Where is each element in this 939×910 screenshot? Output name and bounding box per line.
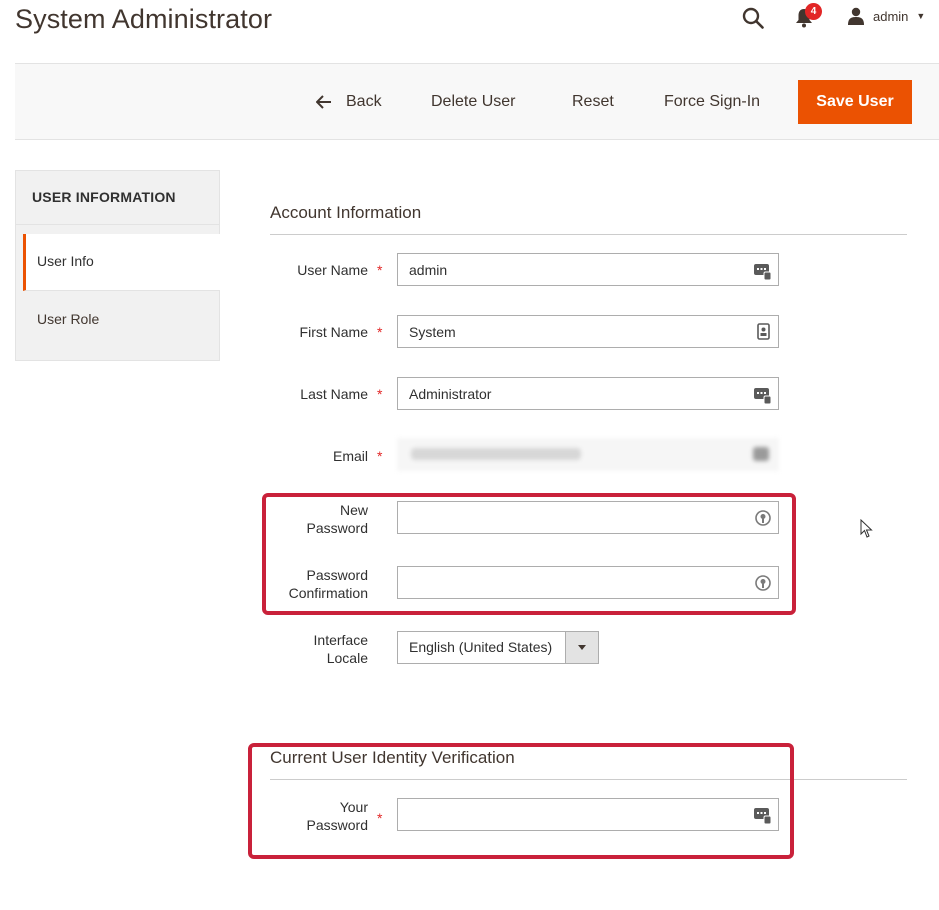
sidebar-item-label: User Info: [37, 253, 94, 269]
caret-down-icon: ▼: [916, 11, 926, 21]
your-password-label: Your Password: [306, 799, 368, 833]
new-password-label: New Password: [306, 502, 368, 536]
arrow-left-icon: [316, 95, 331, 109]
sidebar-title: USER INFORMATION: [32, 189, 176, 205]
back-button[interactable]: Back: [316, 80, 382, 124]
email-label: Email: [332, 448, 368, 464]
keyboard-icon: [754, 388, 772, 405]
username-label: User Name: [297, 262, 368, 278]
account-information-title: Account Information: [270, 203, 422, 222]
sidebar-item-user-role[interactable]: User Role: [23, 291, 220, 348]
save-user-button[interactable]: Save User: [798, 80, 912, 124]
password-manager-icon: [755, 510, 771, 526]
page-actions-toolbar: Back Delete User Reset Force Sign-In Sav…: [15, 63, 939, 140]
sidebar-item-user-info[interactable]: User Info: [23, 234, 220, 291]
firstname-input[interactable]: [397, 315, 779, 348]
password-manager-icon: [755, 575, 771, 591]
lastname-label: Last Name: [300, 386, 368, 402]
section-divider: [270, 234, 907, 235]
delete-user-button[interactable]: Delete User: [431, 80, 515, 124]
email-input[interactable]: [397, 438, 779, 471]
user-name: admin: [873, 8, 909, 24]
required-mark: *: [377, 262, 383, 278]
force-sign-in-button[interactable]: Force Sign-In: [664, 80, 760, 124]
section-divider: [270, 779, 907, 780]
username-input[interactable]: [397, 253, 779, 286]
identity-verification-title: Current User Identity Verification: [270, 748, 515, 767]
required-mark: *: [377, 810, 383, 826]
user-menu[interactable]: admin ▼: [847, 5, 925, 27]
required-mark: *: [377, 386, 383, 402]
locale-selected-value: English (United States): [409, 639, 553, 655]
back-label: Back: [346, 93, 382, 110]
contact-card-icon: [757, 323, 770, 340]
new-password-input[interactable]: [397, 501, 779, 534]
sidebar-item-label: User Role: [37, 311, 100, 327]
password-confirmation-label: Password Confirmation: [288, 567, 368, 601]
password-confirmation-input[interactable]: [397, 566, 779, 599]
redacted-email-text: [411, 448, 581, 460]
keyboard-icon: [754, 264, 772, 281]
your-password-input[interactable]: [397, 798, 779, 831]
sidebar-divider: [16, 224, 219, 234]
chevron-down-icon: [578, 645, 586, 650]
select-toggle-button[interactable]: [565, 632, 598, 663]
firstname-label: First Name: [299, 324, 368, 340]
lastname-input[interactable]: [397, 377, 779, 410]
search-icon[interactable]: [741, 6, 765, 30]
sidebar: USER INFORMATION User Info User Role: [15, 170, 220, 361]
notification-count-badge: 4: [805, 3, 822, 20]
mouse-cursor-icon: [860, 519, 873, 538]
page-title: System Administrator: [15, 4, 273, 34]
interface-locale-label: Interface Locale: [313, 632, 368, 666]
header-actions: 4 admin ▼: [679, 0, 939, 34]
required-mark: *: [377, 448, 383, 464]
reset-button[interactable]: Reset: [572, 80, 614, 124]
required-mark: *: [377, 324, 383, 340]
user-icon: [848, 7, 864, 25]
keyboard-icon: [754, 808, 772, 825]
keyboard-icon: [753, 447, 769, 461]
interface-locale-select[interactable]: English (United States): [397, 631, 599, 664]
notifications-button[interactable]: 4: [795, 3, 822, 30]
